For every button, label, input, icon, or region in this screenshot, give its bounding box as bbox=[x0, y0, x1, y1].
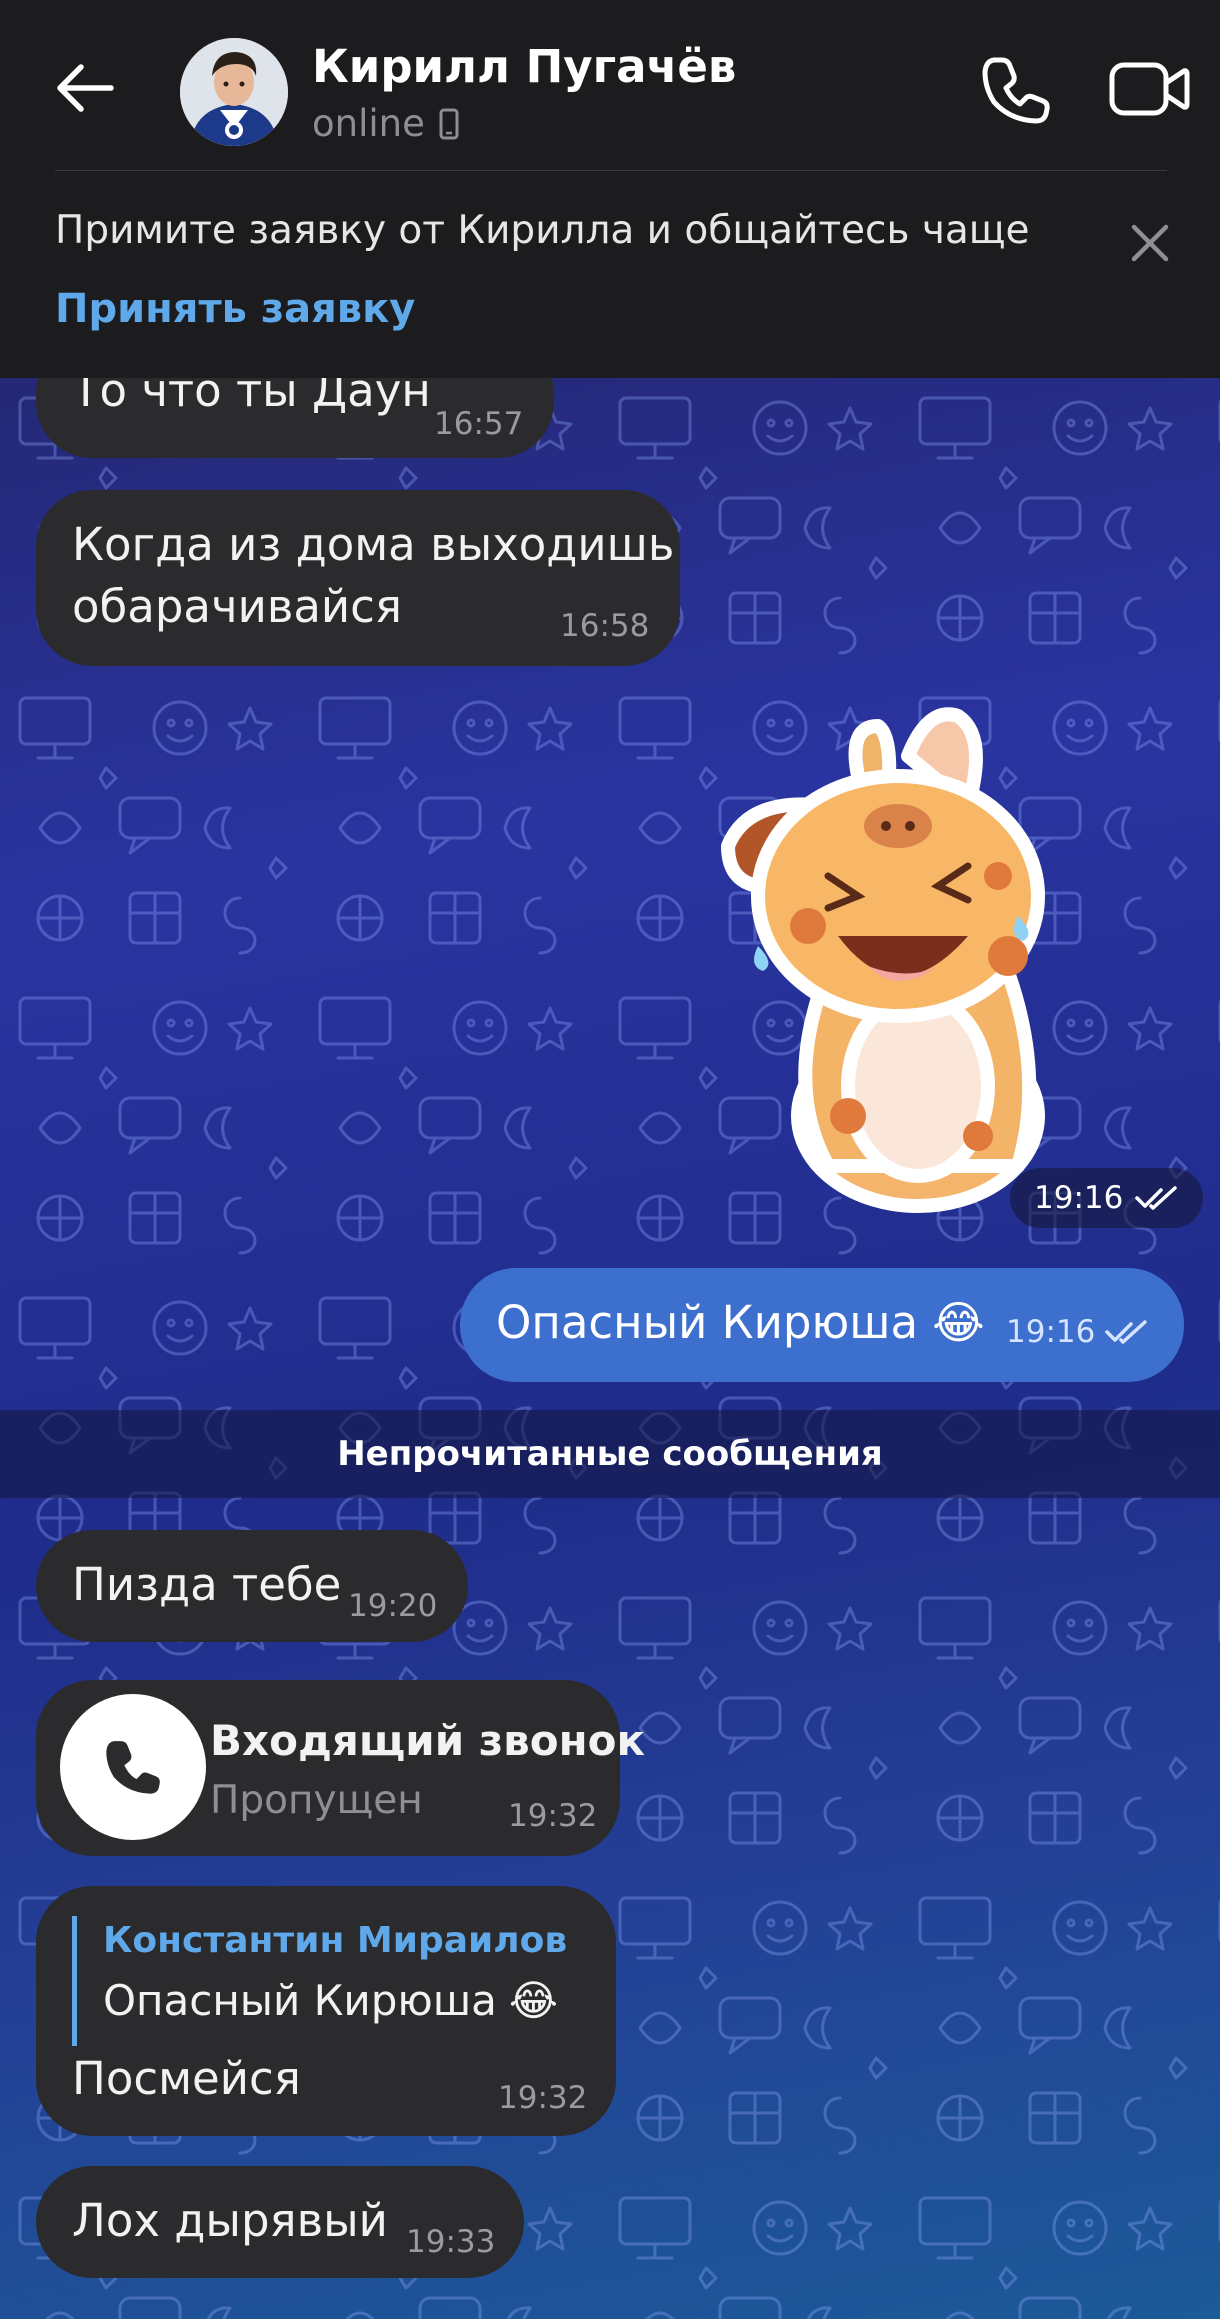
message-time: 19:32 bbox=[508, 1798, 598, 1834]
video-call-button[interactable] bbox=[1108, 54, 1190, 124]
reply-message-bubble[interactable]: Константин Мираилов Опасный Кирюша 😂 Пос… bbox=[36, 1886, 616, 2136]
double-check-icon bbox=[1105, 1320, 1148, 1344]
message-time: 19:33 bbox=[406, 2224, 496, 2260]
chat-area[interactable]: То что ты Даун 16:57 Когда из дома выход… bbox=[0, 378, 1220, 2319]
message-bubble[interactable]: Когда из дома выходишь обарачивайся 16:5… bbox=[36, 490, 680, 666]
message-text: Опасный Кирюша 😂 bbox=[496, 1292, 985, 1354]
giraffe-sticker[interactable] bbox=[718, 696, 1098, 1216]
reply-author: Константин Мираилов bbox=[103, 1920, 568, 1961]
phone-icon bbox=[982, 57, 1050, 124]
banner-close-button[interactable] bbox=[1122, 215, 1178, 271]
laughing-emoji: 😂 bbox=[932, 1296, 985, 1349]
phone-device-icon bbox=[439, 108, 459, 139]
message-bubble-outgoing[interactable]: Опасный Кирюша 😂 19:16 bbox=[460, 1268, 1184, 1382]
laughing-emoji: 😂 bbox=[508, 1976, 558, 2025]
chat-header: Кирилл Пугачёв online Примите заявку от … bbox=[0, 0, 1220, 378]
avatar[interactable] bbox=[180, 38, 288, 146]
call-button[interactable] bbox=[976, 50, 1056, 130]
online-status: online bbox=[312, 102, 425, 145]
message-bubble[interactable]: Пизда тебе 19:20 bbox=[36, 1530, 468, 1642]
sticker-time: 19:16 bbox=[1010, 1168, 1204, 1228]
message-text-line-2: обарачивайся bbox=[72, 580, 402, 633]
message-time-outgoing: 19:16 bbox=[1006, 1314, 1149, 1350]
missed-call-bubble[interactable]: Входящий звонок Пропущен 19:32 bbox=[36, 1680, 645, 1856]
call-button[interactable] bbox=[60, 1694, 206, 1840]
message-time: 16:58 bbox=[560, 608, 650, 644]
message-time: 19:32 bbox=[498, 2080, 588, 2116]
status-row: online bbox=[312, 102, 459, 145]
message-time: 19:16 bbox=[1006, 1314, 1096, 1350]
message-text: То что ты Даун bbox=[72, 378, 431, 417]
message-bubble[interactable]: То что ты Даун 16:57 bbox=[36, 378, 554, 458]
unread-divider: Непрочитанные сообщения bbox=[0, 1410, 1220, 1498]
message-time: 19:20 bbox=[348, 1588, 438, 1624]
message-time: 19:16 bbox=[1034, 1180, 1124, 1216]
reply-text: Опасный Кирюша 😂 bbox=[103, 1966, 567, 2036]
contact-name[interactable]: Кирилл Пугачёв bbox=[312, 40, 736, 93]
unread-divider-text: Непрочитанные сообщения bbox=[337, 1434, 883, 1474]
reply-text-content: Опасный Кирюша bbox=[103, 1976, 497, 2025]
close-icon bbox=[1131, 224, 1169, 262]
message-text: Посмейся bbox=[72, 2052, 301, 2105]
accept-request-button[interactable]: Принять заявку bbox=[55, 286, 415, 332]
reply-quote[interactable]: Константин Мираилов Опасный Кирюша 😂 bbox=[72, 1916, 567, 2046]
video-camera-icon bbox=[1109, 62, 1190, 116]
call-title: Входящий звонок bbox=[210, 1716, 645, 1765]
arrow-left-icon bbox=[57, 64, 114, 112]
message-time: 16:57 bbox=[434, 406, 524, 442]
header-divider bbox=[55, 170, 1167, 171]
message-bubble[interactable]: Лох дырявый 19:33 bbox=[36, 2166, 524, 2278]
friend-request-text: Примите заявку от Кирилла и общайтесь ча… bbox=[55, 208, 1030, 253]
message-text: Пизда тебе bbox=[72, 1558, 342, 1611]
message-text-line-1: Когда из дома выходишь bbox=[72, 518, 675, 571]
message-text: Лох дырявый bbox=[72, 2194, 388, 2247]
phone-icon bbox=[106, 1741, 160, 1794]
message-text-content: Опасный Кирюша bbox=[496, 1296, 919, 1349]
back-button[interactable] bbox=[40, 50, 130, 126]
call-status: Пропущен bbox=[210, 1778, 423, 1823]
double-check-icon bbox=[1135, 1186, 1178, 1210]
